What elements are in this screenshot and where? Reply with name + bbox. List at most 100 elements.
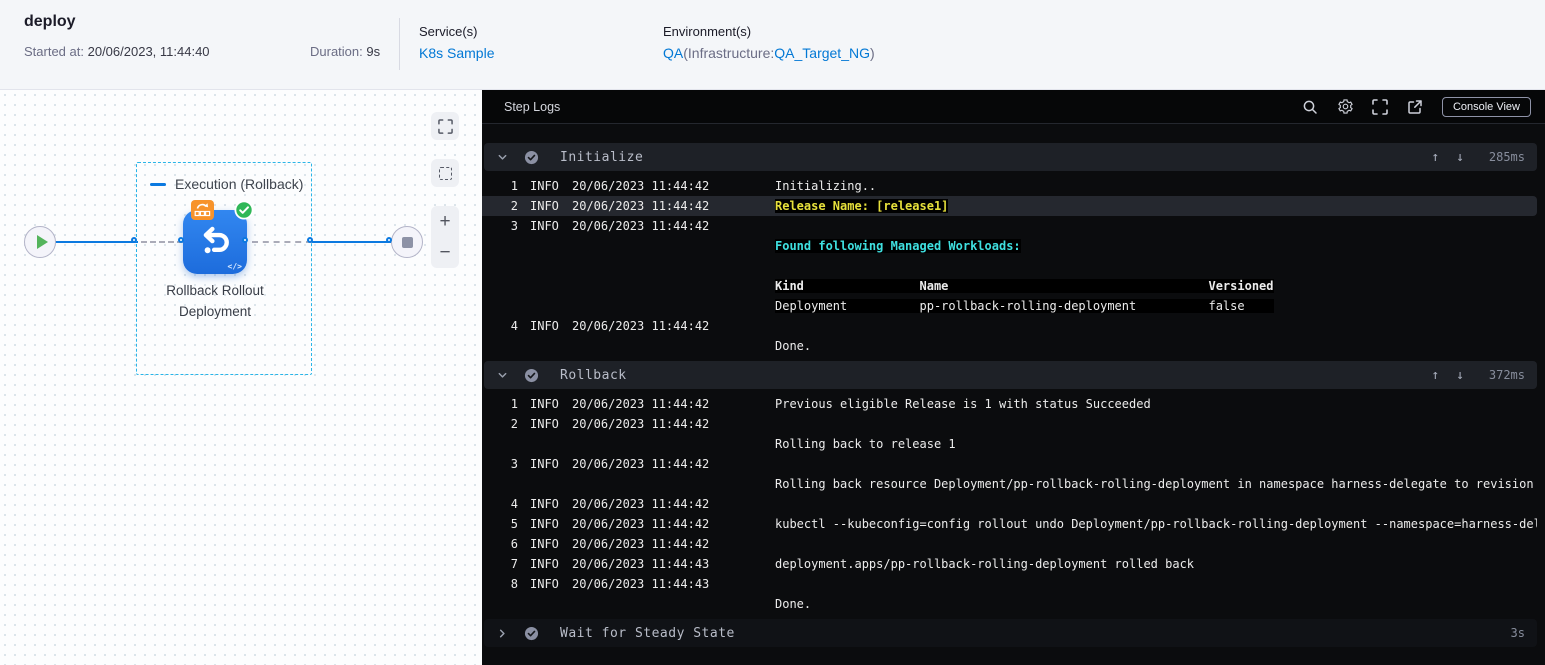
section-header-right: ↑ ↓ 372ms [1431,368,1525,383]
log-line: Deployment pp-rollback-rolling-deploymen… [482,296,1537,316]
log-level: INFO [530,199,559,213]
line-number: 1 [510,179,518,193]
step-logs-title: Step Logs [504,99,561,114]
environment-link[interactable]: QA [663,45,683,61]
log-message: Rolling back to release 1 [775,437,956,451]
status-check-icon [524,626,539,641]
step-label-line2: Deployment [178,304,252,319]
line-number: 4 [510,319,518,333]
log-section: Wait for Steady State ↑ ↓ 3s [482,619,1545,647]
log-timestamp: 20/06/2023 11:44:43 [572,577,710,591]
canvas-selection-button[interactable] [431,159,459,187]
pipeline-canvas[interactable]: Execution (Rollback) </> Rollback Rollou… [0,90,482,665]
line-number: 2 [510,199,518,213]
log-line: Found following Managed Workloads: [482,236,1537,256]
section-duration: 372ms [1488,368,1525,382]
log-timestamp: 20/06/2023 11:44:42 [572,537,710,551]
chevron-icon[interactable] [496,369,508,381]
success-check-icon [234,200,254,225]
zoom-out-button[interactable]: − [439,243,450,262]
settings-gear-icon[interactable] [1337,98,1354,115]
log-message-cell: deployment.apps/pp-rollback-rolling-depl… [775,557,1537,571]
log-line: 1 INFO 20/06/2023 11:44:42 Initializing.… [482,176,1537,196]
log-message: Done. [775,597,812,611]
services-label: Service(s) [419,24,478,39]
open-in-new-icon[interactable] [1407,98,1424,115]
status-check-icon [524,368,539,383]
edge-group-to-end [312,241,392,243]
log-line: Rolling back resource Deployment/pp-roll… [482,474,1537,494]
log-timestamp: 20/06/2023 11:44:42 [572,497,710,511]
log-section-header[interactable]: Wait for Steady State ↑ ↓ 3s [484,619,1537,647]
infrastructure-link[interactable]: QA_Target_NG [774,45,870,61]
log-message: Initializing.. [775,179,877,193]
chevron-icon[interactable] [496,627,508,639]
environment-value: QA(Infrastructure:QA_Target_NG) [663,45,875,63]
started-at: Started at: 20/06/2023, 11:44:40 [24,44,210,59]
rollback-arrow-icon [203,226,229,254]
log-message-cell: Kind Name Versioned [775,279,1537,293]
log-section-header[interactable]: Rollback ↑ ↓ 372ms [484,361,1537,389]
log-level: INFO [530,517,559,531]
log-line: 5 INFO 20/06/2023 11:44:42 kubectl --kub… [482,514,1537,534]
service-link[interactable]: K8s Sample [419,45,494,61]
step-node-rollback-rollout[interactable]: </> [183,200,254,274]
environments-label: Environment(s) [663,24,752,39]
app-root: deploy Started at: 20/06/2023, 11:44:40 … [0,0,1545,665]
section-title: Wait for Steady State [560,625,735,641]
log-level: INFO [530,457,559,471]
section-duration: 285ms [1488,150,1525,164]
log-message: Kind Name Versioned [775,279,1274,293]
scroll-to-bottom-icon[interactable]: ↓ [1456,368,1464,383]
duration: Duration: 9s [310,44,380,59]
scroll-to-top-icon[interactable]: ↑ [1431,150,1439,165]
line-number: 7 [510,557,518,571]
step-label-line1: Rollback Rollout [166,283,264,298]
step-label: Rollback Rollout Deployment [125,280,305,322]
environments-block: Environment(s) QA(Infrastructure:QA_Targ… [663,24,875,63]
search-icon[interactable] [1302,98,1319,115]
section-header-right: ↑ ↓ 3s [1481,626,1525,640]
log-timestamp: 20/06/2023 11:44:42 [572,417,710,431]
expand-fullscreen-icon[interactable] [1372,98,1389,115]
line-number: 8 [510,577,518,591]
infrastructure-suffix: ) [869,45,875,61]
log-message: deployment.apps/pp-rollback-rolling-depl… [775,557,1195,571]
log-line: 3 INFO 20/06/2023 11:44:42 [482,454,1537,474]
log-message-cell: kubectl --kubeconfig=config rollout undo… [775,517,1537,531]
log-line: 1 INFO 20/06/2023 11:44:42 Previous elig… [482,394,1537,414]
log-section: Rollback ↑ ↓ 372ms 1 INFO 20/06/2023 11:… [482,361,1545,619]
edge-connector-dot [242,237,248,243]
scroll-to-top-icon[interactable]: ↑ [1431,368,1439,383]
fullscreen-icon [437,118,453,134]
started-value: 20/06/2023, 11:44:40 [87,44,210,59]
edge-connector-dot [131,237,137,243]
canvas-zoom-controls: + − [431,206,459,268]
duration-label: Duration: [310,44,363,59]
canvas-fullscreen-button[interactable] [431,112,459,140]
log-message-cell: Rolling back to release 1 [775,437,1537,451]
log-section-header[interactable]: Initialize ↑ ↓ 285ms [484,143,1537,171]
log-message: Found following Managed Workloads: [775,239,1021,253]
services-block: Service(s) K8s Sample [419,24,494,63]
duration-value: 9s [366,44,381,59]
log-level: INFO [530,179,559,193]
log-level: INFO [530,319,559,333]
zoom-in-button[interactable]: + [439,212,450,231]
line-number: 3 [510,219,518,233]
log-message: kubectl --kubeconfig=config rollout undo… [775,517,1537,531]
section-title: Initialize [560,149,644,165]
header-divider [399,18,400,70]
code-badge-icon: </> [227,262,242,271]
collapse-minus-icon[interactable] [150,182,166,186]
console-header: Step Logs Console View [482,90,1545,124]
stop-icon [401,236,413,248]
edge-connector-dot [386,237,392,243]
section-header-right: ↑ ↓ 285ms [1431,150,1525,165]
console-view-button[interactable]: Console View [1441,96,1531,117]
edge-connector-dot [307,237,313,243]
console-tools: Console View [1302,96,1531,117]
chevron-icon[interactable] [496,151,508,163]
log-level: INFO [530,557,559,571]
scroll-to-bottom-icon[interactable]: ↓ [1456,150,1464,165]
